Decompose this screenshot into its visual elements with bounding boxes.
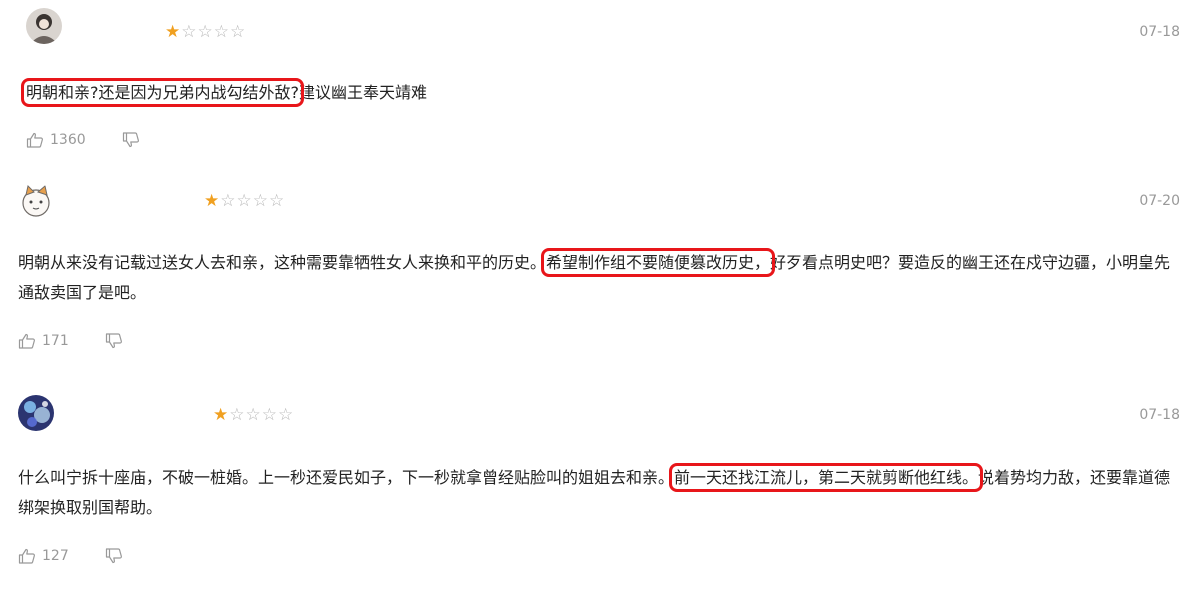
- star-empty-icon: ☆: [269, 191, 286, 211]
- star-empty-icon: ☆: [220, 191, 237, 211]
- thumbs-up-icon: [18, 333, 36, 349]
- comment-text-segment: 什么叫宁拆十座庙，不破一桩婚。上一秒还爱民如子，下一秒就拿曾经贴脸叫的姐姐去和亲…: [18, 468, 675, 487]
- user-avatar[interactable]: [18, 395, 54, 431]
- star-empty-icon: ☆: [229, 405, 246, 425]
- comment-date: 07-18: [1139, 24, 1180, 40]
- thumbs-down-icon: [105, 548, 123, 564]
- thumbs-up-icon: [18, 548, 36, 564]
- dislike-button[interactable]: [122, 132, 140, 148]
- star-empty-icon: ☆: [213, 22, 230, 42]
- comment-actions: 1360: [26, 130, 140, 150]
- dislike-button[interactable]: [105, 548, 123, 564]
- user-avatar[interactable]: [26, 8, 62, 44]
- star-filled-icon: ★: [204, 191, 221, 211]
- star-empty-icon: ☆: [236, 191, 253, 211]
- comment-actions: 171: [18, 331, 123, 351]
- star-filled-icon: ★: [165, 22, 182, 42]
- comment-2: ★☆☆☆☆ 07-20 明朝从来没有记载过送女人去和亲，这种需要靠牺牲女人来换和…: [0, 165, 1200, 375]
- comment-1: ★☆☆☆☆ 07-18 明朝和亲?还是因为兄弟内战勾结外敌?建议幽王奉天靖难 1…: [0, 0, 1200, 165]
- comment-text-segment: 明朝从来没有记载过送女人去和亲，这种需要靠牺牲女人来换和平的历史。: [18, 253, 547, 272]
- star-empty-icon: ☆: [278, 405, 295, 425]
- comment-3: ★☆☆☆☆ 07-18 什么叫宁拆十座庙，不破一桩婚。上一秒还爱民如子，下一秒就…: [0, 385, 1200, 590]
- rating-stars: ★☆☆☆☆: [165, 22, 246, 42]
- thumbs-up-icon: [26, 132, 44, 148]
- dislike-button[interactable]: [105, 333, 123, 349]
- comment-actions: 127: [18, 546, 123, 566]
- user-avatar[interactable]: [18, 183, 54, 219]
- star-filled-icon: ★: [213, 405, 230, 425]
- star-empty-icon: ☆: [181, 22, 198, 42]
- comment-date: 07-18: [1139, 407, 1180, 423]
- like-button[interactable]: 1360: [26, 130, 86, 150]
- star-empty-icon: ☆: [230, 22, 247, 42]
- rating-stars: ★☆☆☆☆: [213, 405, 294, 425]
- like-button[interactable]: 127: [18, 546, 69, 566]
- thumbs-down-icon: [122, 132, 140, 148]
- like-count: 1360: [50, 132, 86, 148]
- comment-text: 明朝和亲?还是因为兄弟内战勾结外敌?建议幽王奉天靖难: [21, 78, 1176, 108]
- star-empty-icon: ☆: [261, 405, 278, 425]
- rating-stars: ★☆☆☆☆: [204, 191, 285, 211]
- comment-date: 07-20: [1139, 193, 1180, 209]
- star-empty-icon: ☆: [252, 191, 269, 211]
- comment-text-segment: 建议幽王奉天靖难: [299, 83, 428, 102]
- comment-text: 明朝从来没有记载过送女人去和亲，这种需要靠牺牲女人来换和平的历史。希望制作组不要…: [18, 248, 1178, 308]
- highlighted-text: 前一天还找江流儿，第二天就剪断他红线。: [669, 463, 984, 492]
- highlighted-text: 明朝和亲?还是因为兄弟内战勾结外敌?: [21, 78, 304, 107]
- star-empty-icon: ☆: [197, 22, 214, 42]
- like-count: 171: [42, 333, 69, 349]
- star-empty-icon: ☆: [245, 405, 262, 425]
- like-button[interactable]: 171: [18, 331, 69, 351]
- highlighted-text: 希望制作组不要随便篡改历史，: [541, 248, 776, 277]
- comment-text: 什么叫宁拆十座庙，不破一桩婚。上一秒还爱民如子，下一秒就拿曾经贴脸叫的姐姐去和亲…: [18, 463, 1178, 523]
- thumbs-down-icon: [105, 333, 123, 349]
- like-count: 127: [42, 548, 69, 564]
